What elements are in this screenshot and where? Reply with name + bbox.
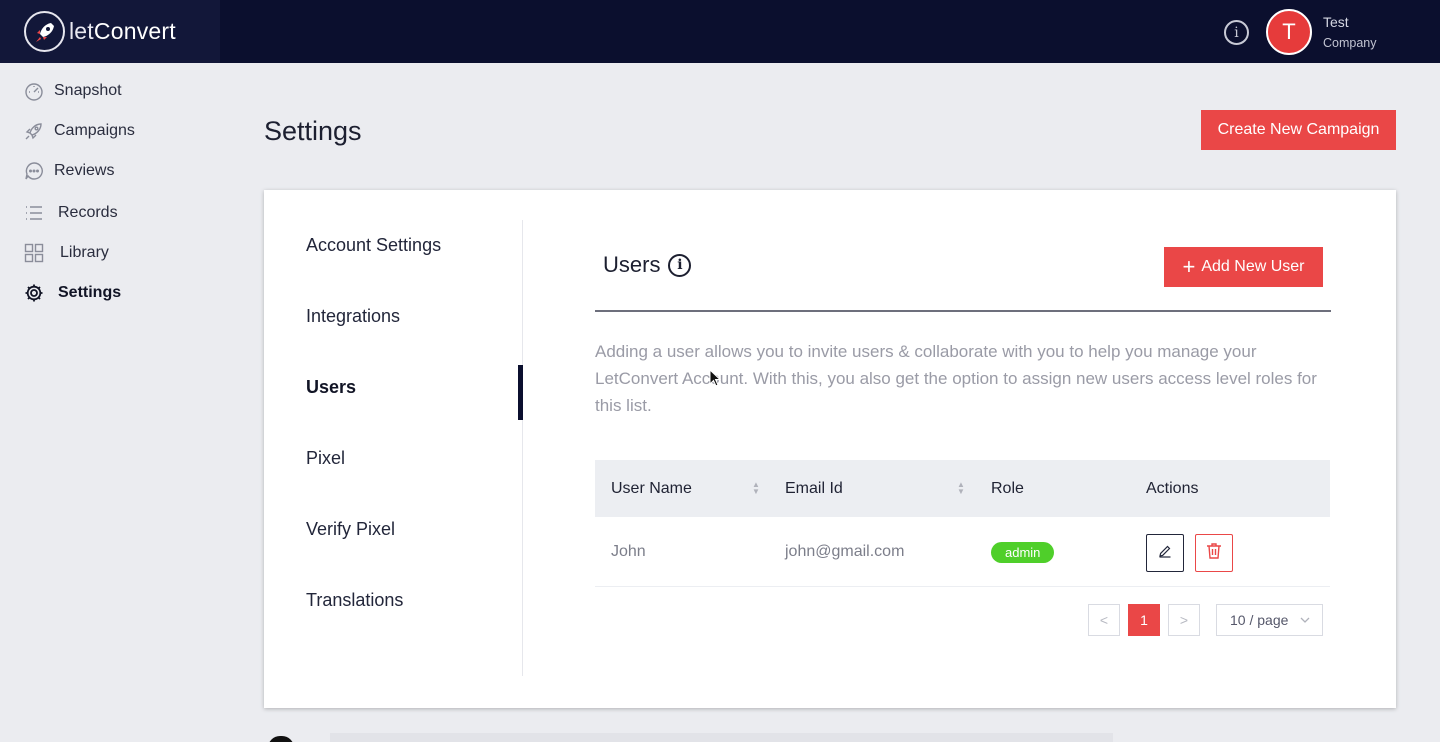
page-size-select[interactable]: 10 / page xyxy=(1216,604,1323,636)
plus-icon: + xyxy=(1182,254,1196,279)
table-row: John john@gmail.com admin xyxy=(595,517,1330,587)
page-title: Settings xyxy=(264,116,362,146)
sidebar-item-settings[interactable]: Settings xyxy=(24,283,121,303)
delete-button[interactable] xyxy=(1195,534,1233,572)
sidebar-item-label: Settings xyxy=(58,284,122,301)
rocket-icon xyxy=(24,121,44,141)
chat-bubble-icon xyxy=(24,161,44,181)
sort-icon[interactable]: ▲ ▼ xyxy=(752,481,760,496)
sidebar-item-library[interactable]: Library xyxy=(24,243,109,263)
edit-button[interactable] xyxy=(1146,534,1184,572)
column-header-actions: Actions xyxy=(1146,479,1199,497)
tab-users[interactable]: Users xyxy=(306,377,356,398)
brand-name: letConvert xyxy=(69,18,176,44)
tab-account-settings[interactable]: Account Settings xyxy=(306,235,441,256)
tab-translations[interactable]: Translations xyxy=(306,590,403,611)
role-cell: admin xyxy=(991,517,1055,587)
add-user-button[interactable]: + Add New User xyxy=(1164,247,1323,287)
pencil-icon xyxy=(1158,544,1172,563)
avatar[interactable]: T xyxy=(1266,9,1312,55)
settings-card: Account Settings Integrations Users Pixe… xyxy=(264,190,1396,708)
chat-widget[interactable] xyxy=(268,736,294,742)
footer-strip xyxy=(330,733,1113,742)
sidebar-item-label: Records xyxy=(58,204,118,221)
info-icon[interactable]: i xyxy=(1224,20,1249,45)
create-campaign-button[interactable]: Create New Campaign xyxy=(1201,110,1396,150)
gear-icon xyxy=(24,283,44,303)
page-size-value: 10 / page xyxy=(1230,612,1289,628)
sidebar-item-label: Campaigns xyxy=(54,122,135,139)
sidebar-item-label: Library xyxy=(60,244,109,261)
next-page-button[interactable]: > xyxy=(1168,604,1200,636)
mouse-cursor-icon xyxy=(709,368,722,392)
users-heading: Users xyxy=(603,252,661,277)
role-badge: admin xyxy=(991,541,1055,563)
sort-icon[interactable]: ▲ ▼ xyxy=(957,481,965,496)
brand-logo[interactable]: letConvert xyxy=(0,0,220,63)
sidebar-item-campaigns[interactable]: Campaigns xyxy=(24,121,135,141)
user-company: Company xyxy=(1323,36,1377,50)
chevron-down-icon xyxy=(1299,613,1311,629)
trash-icon xyxy=(1206,542,1222,565)
tab-integrations[interactable]: Integrations xyxy=(306,306,400,327)
sidebar-item-records[interactable]: Records xyxy=(24,203,118,223)
section-divider xyxy=(595,310,1331,312)
user-name-cell: John xyxy=(611,543,646,560)
page-number-button[interactable]: 1 xyxy=(1128,604,1160,636)
users-description: Adding a user allows you to invite users… xyxy=(595,342,1317,415)
email-cell: john@gmail.com xyxy=(785,543,905,560)
prev-page-button[interactable]: < xyxy=(1088,604,1120,636)
tab-pixel[interactable]: Pixel xyxy=(306,448,345,469)
rocket-logo-icon xyxy=(24,11,65,52)
list-icon xyxy=(24,203,44,223)
users-table: User Name ▲ ▼ Email Id ▲ ▼ Role Actions Jo… xyxy=(595,460,1330,587)
sidebar-item-reviews[interactable]: Reviews xyxy=(24,161,114,181)
sidebar-item-snapshot[interactable]: Snapshot xyxy=(24,81,122,101)
tab-verify-pixel[interactable]: Verify Pixel xyxy=(306,519,395,540)
section-title: Users i xyxy=(603,252,692,278)
table-header: User Name ▲ ▼ Email Id ▲ ▼ Role Actions xyxy=(595,460,1330,517)
info-icon[interactable]: i xyxy=(668,253,692,277)
active-tab-indicator xyxy=(518,365,523,420)
column-header-user-name[interactable]: User Name xyxy=(611,460,692,517)
grid-icon xyxy=(24,243,44,263)
tabs-divider xyxy=(522,220,523,676)
sidebar-item-label: Reviews xyxy=(54,162,115,179)
column-header-role: Role xyxy=(991,479,1024,497)
add-user-label: Add New User xyxy=(1201,258,1305,275)
top-bar: letConvert i T Test Company xyxy=(0,0,1440,63)
gauge-icon xyxy=(24,81,44,101)
user-name[interactable]: Test xyxy=(1323,14,1349,30)
column-header-email[interactable]: Email Id xyxy=(785,460,843,517)
sidebar-item-label: Snapshot xyxy=(54,82,122,99)
